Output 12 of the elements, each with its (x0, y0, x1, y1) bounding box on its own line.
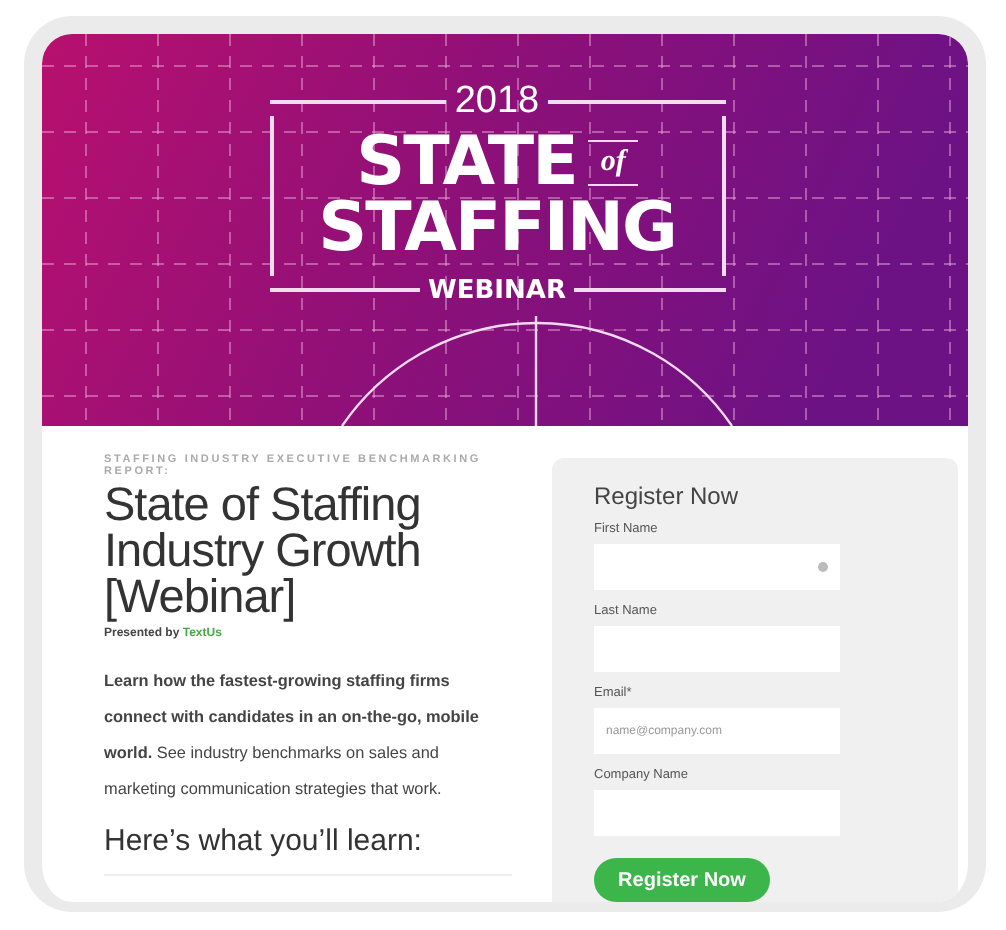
autofill-icon (818, 562, 828, 572)
register-button[interactable]: Register Now (594, 858, 770, 902)
banner-title: of (588, 140, 638, 186)
page-title: State of Staffing Industry Growth [Webinar] (104, 482, 423, 620)
form-title: Register Now (594, 482, 741, 510)
description-text: Learn how the fastest-growing staffing firms connect with candidates in an on-the-go, mobile world. See industry benchmarks on sales and marketing communication strategies that work. (104, 670, 481, 802)
banner-title: STATE (356, 130, 577, 196)
section-heading: Here’s what you’ll learn: (104, 824, 512, 876)
banner-year: 2018 (454, 80, 540, 124)
banner-subtitle: WEBINAR (428, 275, 566, 305)
banner-title: STAFFING (318, 196, 676, 262)
input-field[interactable] (594, 544, 840, 590)
